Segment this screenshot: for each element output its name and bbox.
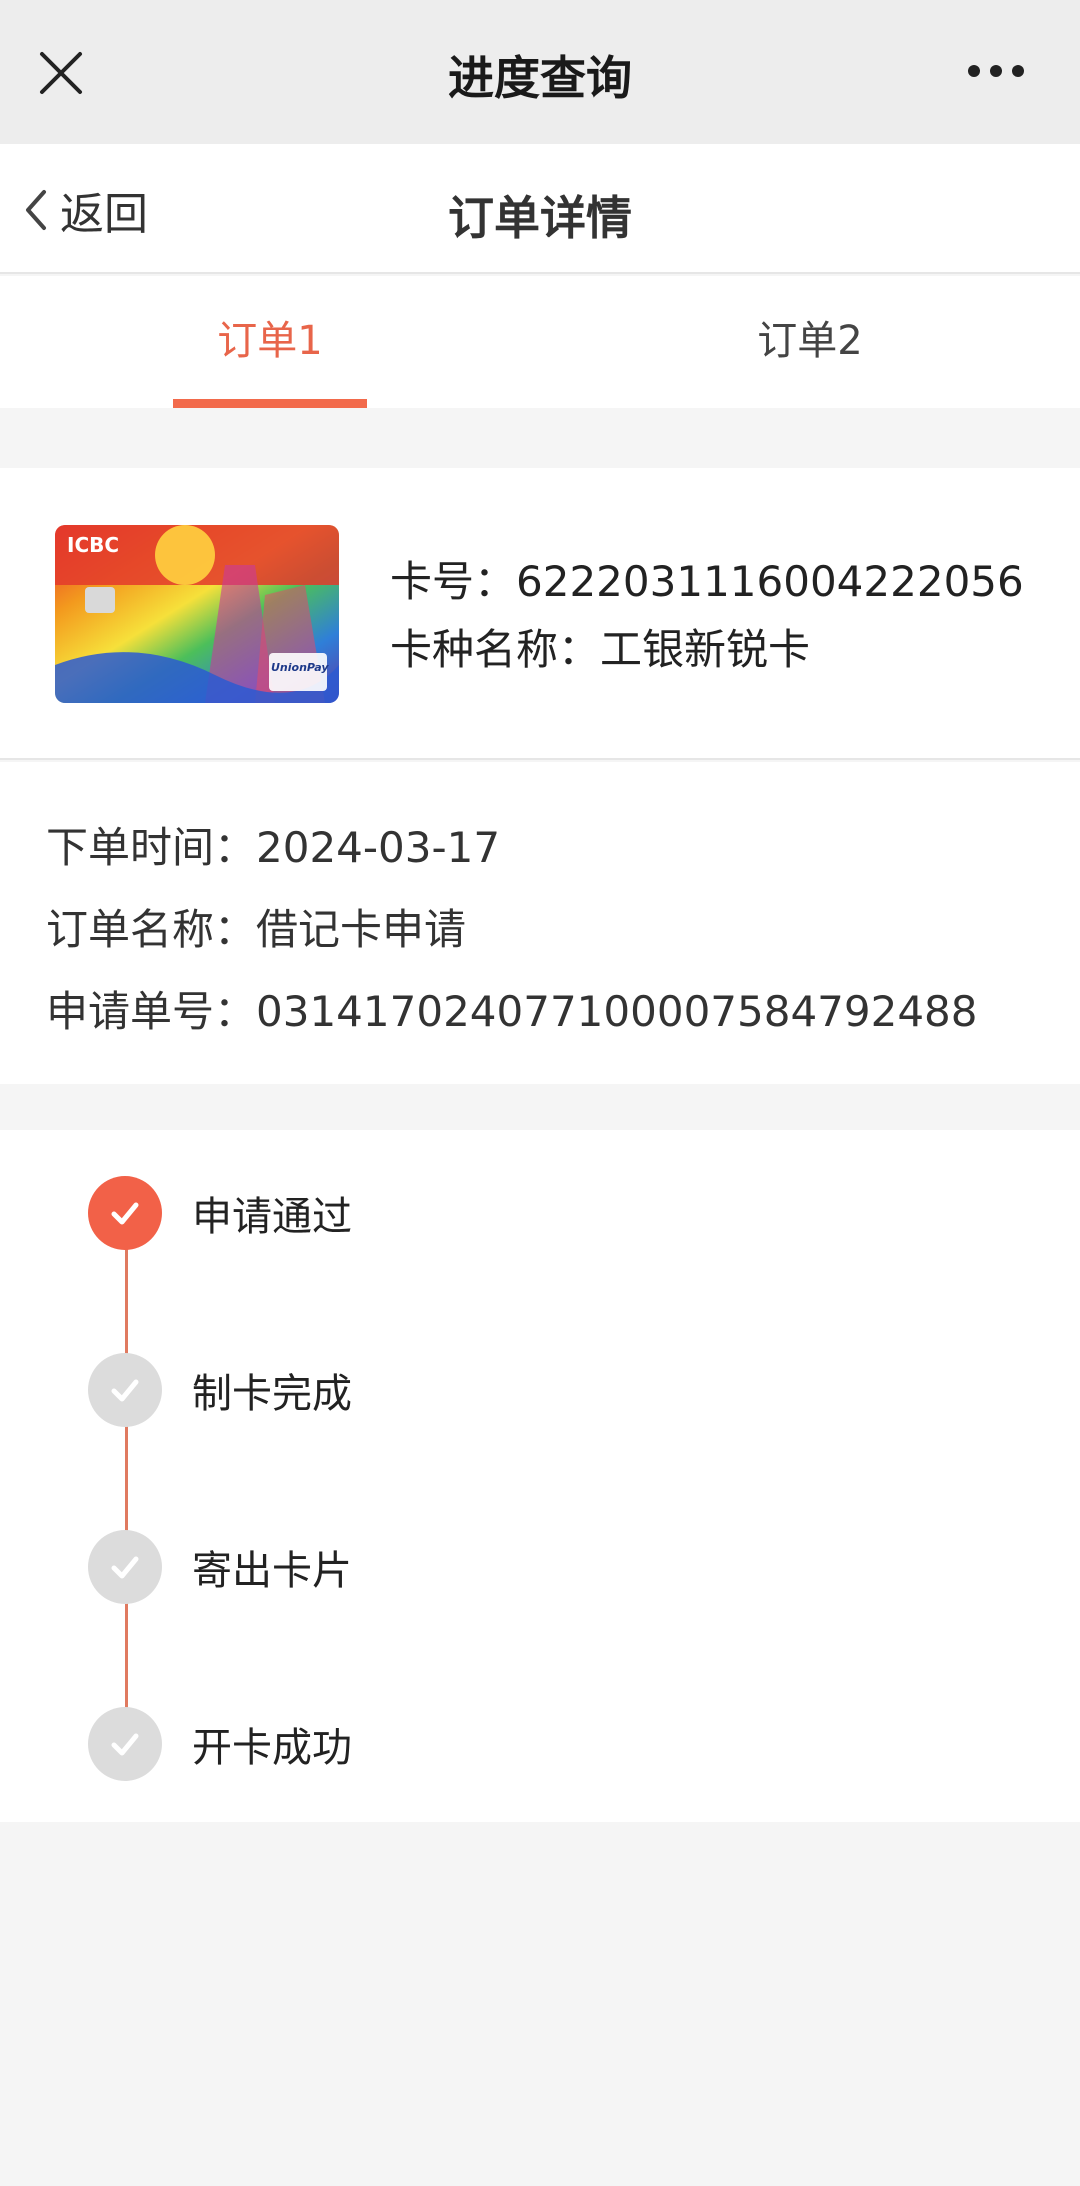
back-button[interactable]: 返回 <box>22 180 148 240</box>
step-label: 制卡完成 <box>192 1371 352 1417</box>
check-icon <box>88 1176 162 1250</box>
check-icon <box>88 1707 162 1781</box>
back-label: 返回 <box>60 189 148 240</box>
order-time: 2024-03-17 <box>256 823 501 872</box>
tab-order-2[interactable]: 订单2 <box>540 276 1080 408</box>
card-number-label: 卡号： <box>390 557 517 606</box>
step-label: 开卡成功 <box>192 1725 352 1771</box>
sub-title: 订单详情 <box>448 191 632 245</box>
bank-card-image: ICBC UnionPay <box>55 525 339 703</box>
order-time-label: 下单时间： <box>46 823 257 872</box>
order-no: 031417024077100007584792488 <box>256 987 978 1036</box>
more-dots-icon[interactable] <box>968 62 1024 80</box>
card-brand-text: ICBC <box>67 533 120 557</box>
order-name-label: 订单名称： <box>46 905 257 954</box>
card-section: ICBC UnionPay 卡号：6222031116004222056 卡种名… <box>0 468 1080 760</box>
step-item: 制卡完成 <box>88 1352 352 1428</box>
card-info: 卡号：6222031116004222056 卡种名称：工银新锐卡 <box>390 548 1024 684</box>
card-type-label: 卡种名称： <box>390 625 601 674</box>
card-network-text: UnionPay <box>271 661 329 674</box>
progress-timeline: 申请通过 制卡完成 寄出卡片 开卡成功 <box>0 1130 1080 1822</box>
order-name: 借记卡申请 <box>256 905 467 954</box>
timeline-line <box>125 1206 128 1772</box>
order-time-row: 下单时间：2024-03-17 <box>46 814 500 875</box>
tab-order-1[interactable]: 订单1 <box>0 276 540 408</box>
card-number: 6222031116004222056 <box>516 557 1024 606</box>
check-icon <box>88 1530 162 1604</box>
sub-header: 返回 订单详情 <box>0 144 1080 274</box>
card-number-row: 卡号：6222031116004222056 <box>390 548 1024 616</box>
top-bar: 进度查询 <box>0 0 1080 144</box>
order-no-label: 申请单号： <box>46 987 257 1036</box>
step-item: 寄出卡片 <box>88 1529 352 1605</box>
page-title: 进度查询 <box>448 51 632 105</box>
step-label: 申请通过 <box>192 1194 352 1240</box>
step-label: 寄出卡片 <box>192 1548 352 1594</box>
card-type: 工银新锐卡 <box>600 625 811 674</box>
order-tabs: 订单1 订单2 <box>0 276 1080 408</box>
order-info: 下单时间：2024-03-17 订单名称：借记卡申请 申请单号：03141702… <box>0 762 1080 1084</box>
order-name-row: 订单名称：借记卡申请 <box>46 896 466 957</box>
order-no-row: 申请单号：031417024077100007584792488 <box>46 978 978 1039</box>
card-type-row: 卡种名称：工银新锐卡 <box>390 616 1024 684</box>
step-item: 开卡成功 <box>88 1706 352 1782</box>
check-icon <box>88 1353 162 1427</box>
chevron-left-icon <box>26 190 46 230</box>
step-item: 申请通过 <box>88 1175 352 1251</box>
